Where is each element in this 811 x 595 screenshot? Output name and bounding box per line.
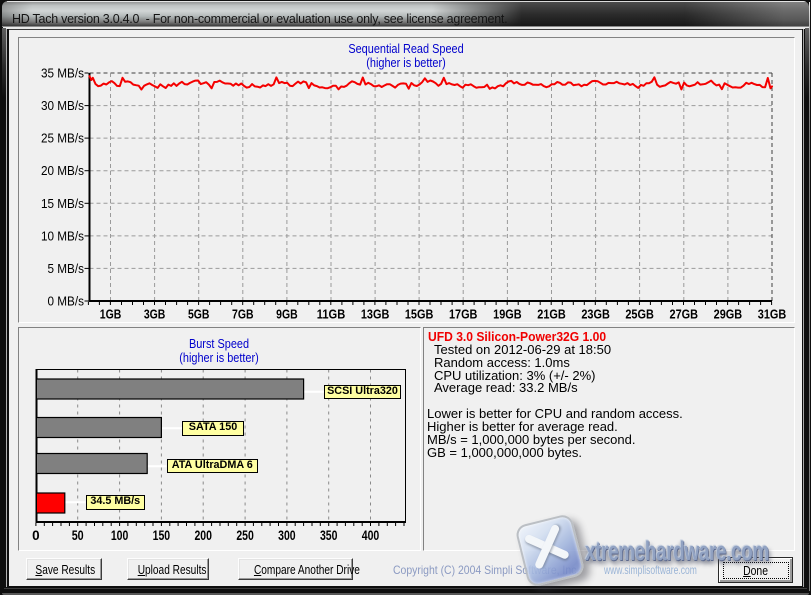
svg-text:350: 350 (320, 528, 338, 543)
svg-text:50: 50 (72, 528, 84, 543)
svg-text:300: 300 (278, 528, 296, 543)
svg-text:100: 100 (111, 528, 129, 543)
svg-text:200: 200 (194, 528, 212, 543)
svg-text:250: 250 (236, 528, 254, 543)
svg-text:400: 400 (362, 528, 380, 543)
svg-text:0: 0 (32, 528, 40, 543)
svg-text:150: 150 (153, 528, 171, 543)
